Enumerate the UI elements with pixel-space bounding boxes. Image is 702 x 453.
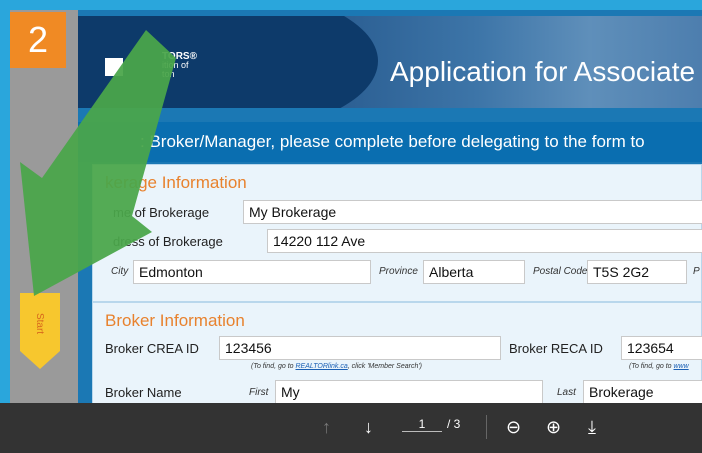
arrow-down-icon: ↓	[364, 417, 373, 437]
zoom-in-button[interactable]: ⊕	[546, 416, 561, 438]
toolbar-divider	[486, 415, 487, 439]
green-pointer-arrow-icon	[20, 30, 176, 296]
zoom-out-icon: ⊖	[506, 417, 522, 437]
download-icon: ⤓	[588, 417, 596, 437]
zoom-in-icon: ⊕	[546, 417, 562, 437]
arrow-up-icon: ↑	[322, 417, 331, 437]
zoom-out-button[interactable]: ⊖	[506, 416, 521, 438]
page-total: / 3	[447, 417, 461, 431]
next-page-button[interactable]: ↓	[364, 416, 373, 438]
page-number-input[interactable]: 1	[402, 417, 442, 432]
download-button[interactable]: ⤓	[588, 416, 596, 438]
pdf-viewer-toolbar: ↑ ↓ 1 / 3 ⊖ ⊕ ⤓	[0, 403, 702, 453]
previous-page-button[interactable]: ↑	[322, 416, 331, 438]
